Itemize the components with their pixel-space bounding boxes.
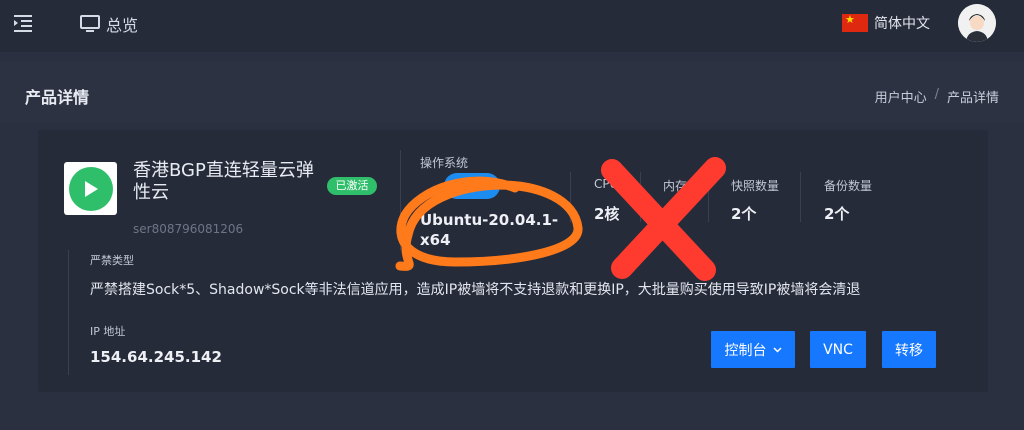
nav-overview-label: 总览 xyxy=(106,16,139,35)
ban-text: 严禁搭建Sock*5、Shadow*Sock等非法信道应用，造成IP被墙将不支持… xyxy=(90,282,861,298)
chevron-down-icon xyxy=(772,346,782,353)
top-bar: 总览 简体中文 xyxy=(0,0,1024,52)
stat-backup-value: 2个 xyxy=(824,205,850,223)
transfer-button-label: 转移 xyxy=(895,342,923,359)
stat-cpu-value: 2核 xyxy=(594,205,620,223)
product-icon xyxy=(64,162,117,215)
ip-value: 154.64.245.142 xyxy=(90,348,222,366)
ban-label: 严禁类型 xyxy=(90,254,134,267)
breadcrumb-product-detail: 产品详情 xyxy=(946,91,999,106)
divider xyxy=(68,250,69,375)
status-badge: 已激活 xyxy=(327,177,377,195)
play-icon xyxy=(68,166,113,211)
nav-overview[interactable]: 总览 xyxy=(80,12,138,36)
breadcrumb: 用户中心 / 产品详情 xyxy=(875,87,999,106)
menu-indent-icon[interactable] xyxy=(14,14,36,32)
stat-backup-label: 备份数量 xyxy=(824,179,873,193)
divider xyxy=(640,172,641,222)
language-label: 简体中文 xyxy=(874,16,930,32)
language-switcher[interactable]: 简体中文 xyxy=(842,13,930,33)
os-value: Ubuntu-20.04.1-x64 xyxy=(420,211,559,249)
stat-memory-label: 内存 xyxy=(663,179,688,193)
page-title: 产品详情 xyxy=(25,88,90,107)
page-header xyxy=(0,62,1024,122)
user-avatar-icon xyxy=(958,4,996,42)
transfer-button[interactable]: 转移 xyxy=(882,331,936,368)
divider xyxy=(400,150,401,250)
console-button[interactable]: 控制台 xyxy=(711,331,795,368)
vnc-button-label: VNC xyxy=(823,341,853,358)
divider xyxy=(570,172,571,222)
stat-snapshot-value: 2个 xyxy=(731,205,757,223)
breadcrumb-separator: / xyxy=(934,87,939,102)
product-name: 香港BGP直连轻量云弹性云 xyxy=(133,160,314,203)
stat-cpu-label: CPU xyxy=(594,177,619,191)
product-serial: ser808796081206 xyxy=(133,222,244,236)
china-flag-icon xyxy=(842,13,868,32)
avatar[interactable] xyxy=(958,4,996,42)
monitor-icon xyxy=(80,15,100,32)
console-button-label: 控制台 xyxy=(724,342,767,359)
vnc-button[interactable]: VNC xyxy=(810,331,866,368)
divider xyxy=(708,172,709,222)
os-label: 操作系统 xyxy=(420,156,469,170)
ip-label: IP 地址 xyxy=(90,325,126,338)
os-reinstall-button[interactable] xyxy=(444,173,500,199)
divider xyxy=(800,172,801,222)
stat-snapshot-label: 快照数量 xyxy=(731,179,780,193)
breadcrumb-user-center[interactable]: 用户中心 xyxy=(875,87,927,106)
